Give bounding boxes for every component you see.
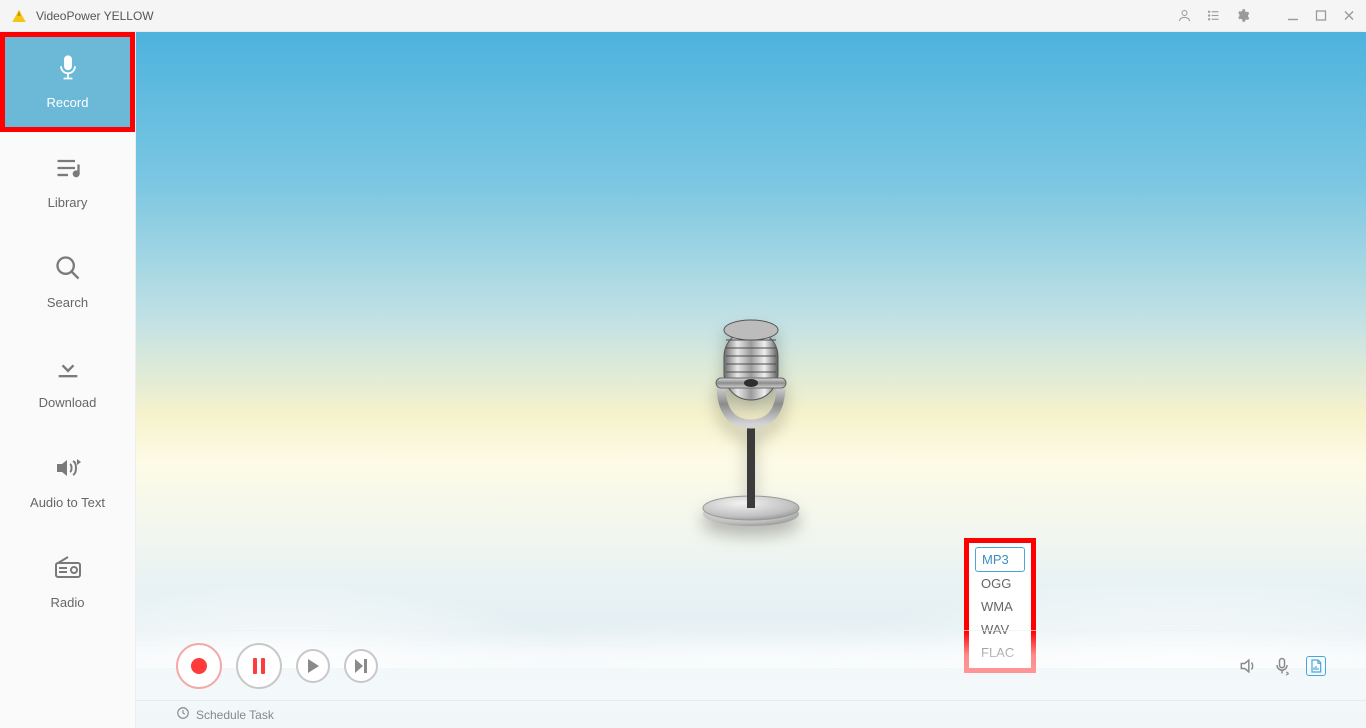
main-canvas: MP3 OGG WMA WAV FLAC	[136, 32, 1366, 728]
play-button[interactable]	[296, 649, 330, 683]
library-icon	[54, 154, 82, 185]
title-bar-left: VideoPower YELLOW	[10, 7, 154, 25]
footer-strip: Schedule Task	[136, 700, 1366, 728]
search-icon	[54, 254, 82, 285]
record-button[interactable]	[176, 643, 222, 689]
sidebar: Record Library Search Download Audio to	[0, 32, 136, 728]
sidebar-item-audio-to-text[interactable]: Audio to Text	[0, 432, 135, 532]
format-icon[interactable]	[1306, 656, 1326, 676]
clock-icon	[176, 706, 190, 723]
format-option-wma[interactable]: WMA	[975, 595, 1025, 618]
sidebar-item-label: Download	[39, 395, 97, 410]
audio-to-text-icon	[54, 454, 82, 485]
format-option-mp3[interactable]: MP3	[975, 547, 1025, 572]
maximize-button[interactable]	[1314, 9, 1328, 23]
microphone-illustration	[671, 292, 831, 532]
minimize-button[interactable]	[1286, 9, 1300, 23]
download-icon	[54, 354, 82, 385]
sidebar-item-label: Library	[48, 195, 88, 210]
mic-source-icon[interactable]	[1272, 656, 1292, 676]
sidebar-item-label: Radio	[51, 595, 85, 610]
account-icon[interactable]	[1177, 8, 1192, 23]
list-icon[interactable]	[1206, 8, 1221, 23]
microphone-icon	[54, 54, 82, 85]
sidebar-item-search[interactable]: Search	[0, 232, 135, 332]
app-logo-icon	[10, 7, 28, 25]
sidebar-item-label: Search	[47, 295, 88, 310]
app-title: VideoPower YELLOW	[36, 9, 154, 23]
sidebar-item-library[interactable]: Library	[0, 132, 135, 232]
sidebar-item-radio[interactable]: Radio	[0, 532, 135, 632]
title-bar-right	[1177, 8, 1356, 23]
close-button[interactable]	[1342, 9, 1356, 23]
sidebar-item-label: Audio to Text	[30, 495, 105, 510]
speaker-icon[interactable]	[1238, 656, 1258, 676]
sidebar-item-download[interactable]: Download	[0, 332, 135, 432]
schedule-task-link[interactable]: Schedule Task	[196, 708, 274, 722]
radio-icon	[54, 554, 82, 585]
pause-button[interactable]	[236, 643, 282, 689]
format-option-ogg[interactable]: OGG	[975, 572, 1025, 595]
sidebar-item-label: Record	[47, 95, 89, 110]
gear-icon[interactable]	[1235, 8, 1250, 23]
title-bar: VideoPower YELLOW	[0, 0, 1366, 32]
sidebar-item-record[interactable]: Record	[0, 32, 135, 132]
control-bar	[136, 630, 1366, 700]
next-button[interactable]	[344, 649, 378, 683]
